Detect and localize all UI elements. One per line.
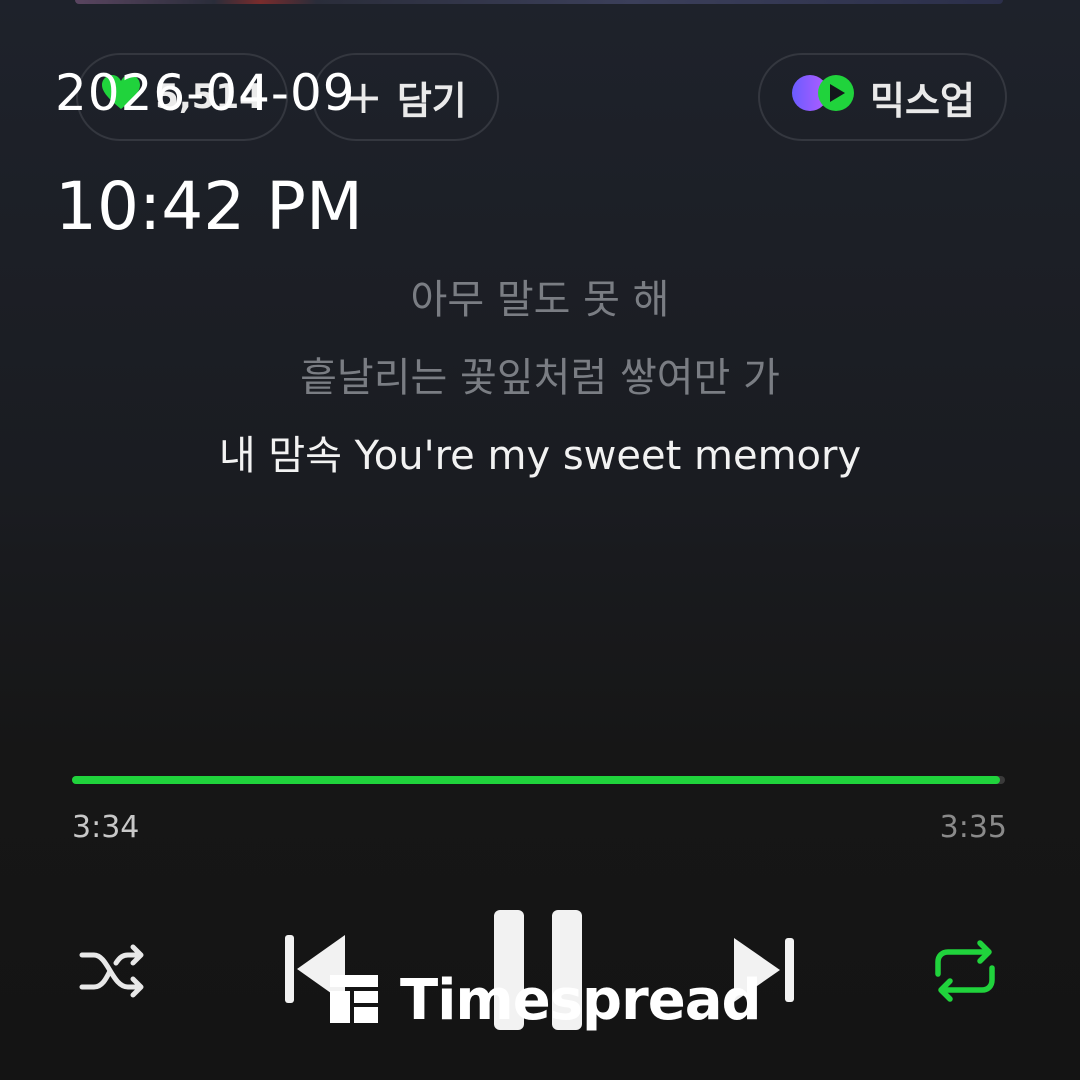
mixup-button[interactable]: 믹스업 [758, 53, 1007, 141]
total-time: 3:35 [939, 810, 1007, 845]
lyric-line[interactable]: 아무 말도 못 해 [0, 272, 1080, 350]
mixup-label: 믹스업 [870, 78, 975, 123]
lyrics-panel[interactable]: 아무 말도 못 해 흩날리는 꽃잎처럼 쌓여만 가 내 맘속 You're my… [0, 272, 1080, 506]
lyric-line-current[interactable]: 내 맘속 You're my sweet memory [0, 428, 1080, 506]
add-label: 담기 [396, 78, 467, 123]
lyric-line[interactable]: 흩날리는 꽃잎처럼 쌓여만 가 [0, 350, 1080, 428]
watermark-logo-icon [330, 974, 378, 1027]
shuffle-button[interactable] [76, 940, 150, 1006]
overlay-time: 10:42 PM [55, 168, 363, 245]
seek-bar-fill [72, 776, 1001, 784]
watermark: Timespread [330, 968, 762, 1033]
watermark-text: Timespread [400, 968, 762, 1033]
seek-bar[interactable] [72, 776, 1005, 784]
shuffle-icon [78, 941, 148, 1005]
current-time: 3:34 [72, 810, 140, 845]
repeat-button[interactable] [928, 940, 1002, 1006]
mixup-icon [790, 73, 870, 122]
album-art-strip [75, 0, 1003, 4]
repeat-icon [930, 940, 1000, 1006]
overlay-date: 2026-04-09 [55, 64, 356, 122]
